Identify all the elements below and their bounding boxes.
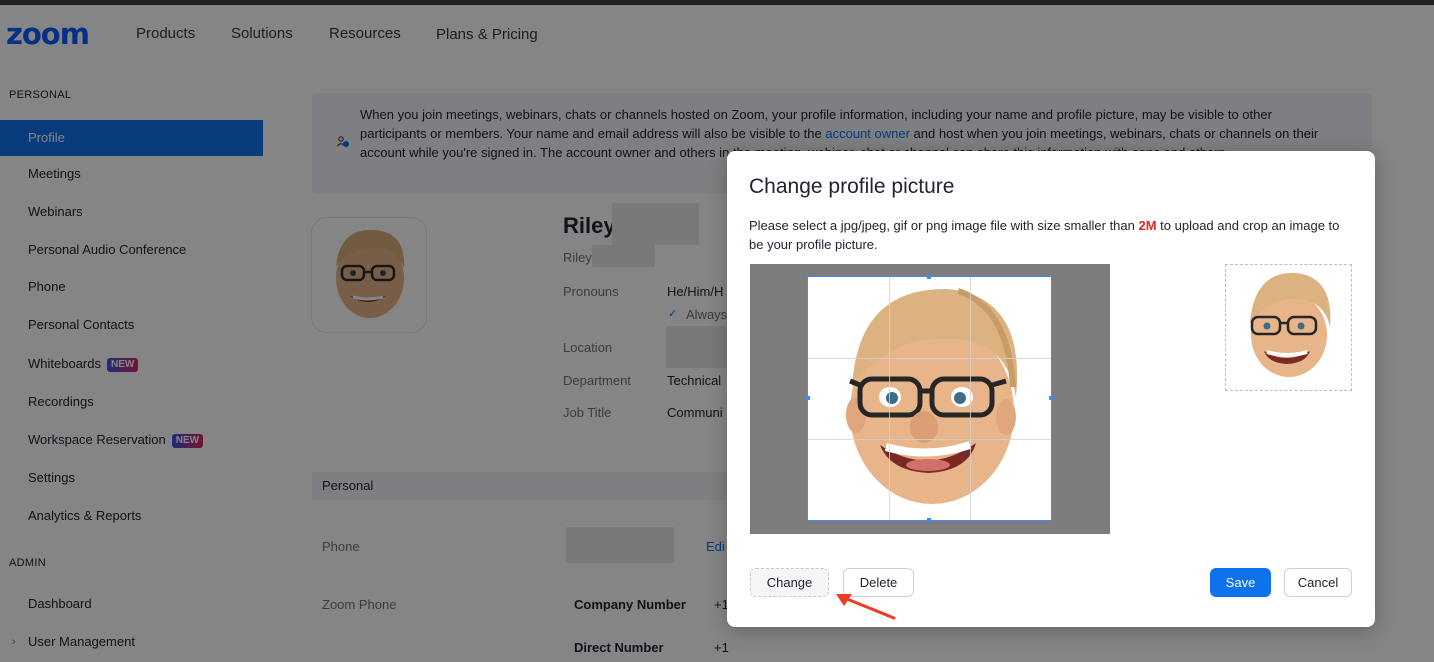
- dialog-description: Please select a jpg/jpeg, gif or png ima…: [749, 216, 1349, 254]
- crop-handle-bottom[interactable]: [927, 518, 931, 522]
- crop-grid-line: [889, 277, 890, 520]
- crop-handle-right[interactable]: [1049, 396, 1053, 400]
- annotation-arrow-icon: [836, 594, 896, 620]
- save-button[interactable]: Save: [1210, 568, 1271, 597]
- memoji-preview-image: [1250, 272, 1331, 377]
- avatar-preview: [1225, 264, 1352, 391]
- size-limit: 2M: [1138, 218, 1157, 233]
- crop-grid-line: [970, 277, 971, 520]
- crop-grid-line: [808, 439, 1051, 440]
- dialog-title: Change profile picture: [749, 175, 955, 198]
- crop-handle-top[interactable]: [927, 275, 931, 279]
- crop-grid-line: [808, 358, 1051, 359]
- memoji-crop-image: [846, 288, 1018, 504]
- change-profile-picture-dialog: Change profile picture Please select a j…: [727, 151, 1375, 627]
- cancel-button[interactable]: Cancel: [1284, 568, 1352, 597]
- change-button[interactable]: Change: [750, 568, 829, 597]
- crop-selection-box[interactable]: [807, 276, 1052, 521]
- image-crop-area[interactable]: [750, 264, 1110, 534]
- description-text: Please select a jpg/jpeg, gif or png ima…: [749, 218, 1139, 233]
- crop-handle-left[interactable]: [806, 396, 810, 400]
